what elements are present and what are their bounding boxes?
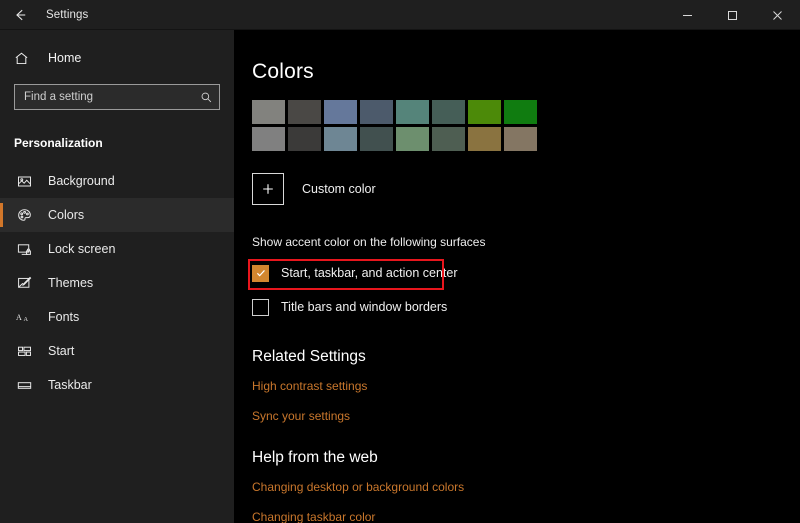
- sidebar-item-taskbar[interactable]: Taskbar: [0, 368, 234, 402]
- sidebar-item-lock-screen-label: Lock screen: [48, 242, 115, 256]
- sidebar-item-themes-label: Themes: [48, 276, 93, 290]
- sidebar-section-title: Personalization: [0, 136, 234, 150]
- color-swatch[interactable]: [396, 127, 429, 151]
- minimize-button[interactable]: [665, 0, 710, 30]
- checkbox-row-start-taskbar[interactable]: Start, taskbar, and action center: [252, 262, 800, 284]
- svg-text:A: A: [24, 316, 29, 323]
- page-title: Colors: [252, 60, 800, 84]
- sidebar-item-fonts[interactable]: A A Fonts: [0, 300, 234, 334]
- link-changing-desktop-colors[interactable]: Changing desktop or background colors: [252, 480, 800, 494]
- title-bar-left: Settings: [0, 0, 88, 29]
- sidebar-item-background-label: Background: [48, 174, 115, 188]
- plus-icon[interactable]: [252, 173, 284, 205]
- custom-color-row[interactable]: Custom color: [252, 173, 800, 205]
- help-from-web-group: Help from the web Changing desktop or ba…: [252, 449, 800, 523]
- sidebar-item-taskbar-label: Taskbar: [48, 378, 92, 392]
- link-sync-your-settings[interactable]: Sync your settings: [252, 409, 800, 423]
- close-button[interactable]: [755, 0, 800, 30]
- lock-screen-icon: [14, 242, 34, 257]
- color-swatch[interactable]: [360, 100, 393, 124]
- color-swatch[interactable]: [324, 127, 357, 151]
- settings-window: Settings: [0, 0, 800, 523]
- checkbox-start-taskbar-label: Start, taskbar, and action center: [281, 266, 458, 280]
- checkbox-title-bars-label: Title bars and window borders: [281, 300, 447, 314]
- link-changing-taskbar-color[interactable]: Changing taskbar color: [252, 510, 800, 523]
- maximize-button[interactable]: [710, 0, 755, 30]
- search-input[interactable]: Find a setting: [14, 84, 220, 110]
- color-swatch[interactable]: [396, 100, 429, 124]
- accent-surfaces-label: Show accent color on the following surfa…: [252, 235, 800, 249]
- related-settings-group: Related Settings High contrast settings …: [252, 348, 800, 423]
- color-swatch[interactable]: [432, 127, 465, 151]
- brush-icon: [14, 276, 34, 291]
- color-swatch[interactable]: [504, 100, 537, 124]
- title-bar: Settings: [0, 0, 800, 30]
- accent-color-swatch-grid: [252, 100, 537, 151]
- font-icon: A A: [14, 310, 34, 325]
- color-swatch[interactable]: [468, 127, 501, 151]
- related-settings-title: Related Settings: [252, 348, 800, 366]
- sidebar-item-start[interactable]: Start: [0, 334, 234, 368]
- sidebar-item-colors-label: Colors: [48, 208, 84, 222]
- checkbox-title-bars[interactable]: [252, 299, 269, 316]
- sidebar-item-lock-screen[interactable]: Lock screen: [0, 232, 234, 266]
- color-swatch[interactable]: [468, 100, 501, 124]
- sidebar-nav: Background Colors: [0, 164, 234, 402]
- color-swatch[interactable]: [288, 127, 321, 151]
- start-tiles-icon: [14, 344, 34, 359]
- search-input-text: Find a setting: [15, 91, 193, 103]
- sidebar-item-fonts-label: Fonts: [48, 310, 79, 324]
- help-from-web-title: Help from the web: [252, 449, 800, 467]
- color-swatch[interactable]: [288, 100, 321, 124]
- sidebar: Home Find a setting Personalization: [0, 30, 234, 523]
- checkbox-row-title-bars[interactable]: Title bars and window borders: [252, 296, 800, 318]
- color-swatch[interactable]: [432, 100, 465, 124]
- link-high-contrast-settings[interactable]: High contrast settings: [252, 379, 800, 393]
- sidebar-item-home-label: Home: [48, 51, 81, 65]
- accent-surfaces-section: Show accent color on the following surfa…: [252, 235, 800, 318]
- picture-icon: [14, 174, 34, 189]
- main-panel: Colors: [234, 30, 800, 523]
- palette-icon: [14, 208, 34, 223]
- color-swatch[interactable]: [504, 127, 537, 151]
- sidebar-item-themes[interactable]: Themes: [0, 266, 234, 300]
- search-icon[interactable]: [193, 91, 219, 104]
- color-swatch[interactable]: [252, 127, 285, 151]
- sidebar-item-background[interactable]: Background: [0, 164, 234, 198]
- custom-color-label: Custom color: [302, 182, 376, 196]
- window-body: Home Find a setting Personalization: [0, 30, 800, 523]
- svg-text:A: A: [16, 313, 22, 322]
- color-swatch[interactable]: [324, 100, 357, 124]
- sidebar-item-start-label: Start: [48, 344, 74, 358]
- color-swatch[interactable]: [252, 100, 285, 124]
- sidebar-item-colors[interactable]: Colors: [0, 198, 234, 232]
- taskbar-icon: [14, 378, 34, 393]
- window-controls: [665, 0, 800, 30]
- home-icon: [14, 51, 36, 66]
- sidebar-item-home[interactable]: Home: [0, 42, 234, 74]
- color-swatch[interactable]: [360, 127, 393, 151]
- back-arrow-icon[interactable]: [0, 0, 40, 30]
- checkbox-start-taskbar[interactable]: [252, 265, 269, 282]
- app-title: Settings: [46, 9, 88, 21]
